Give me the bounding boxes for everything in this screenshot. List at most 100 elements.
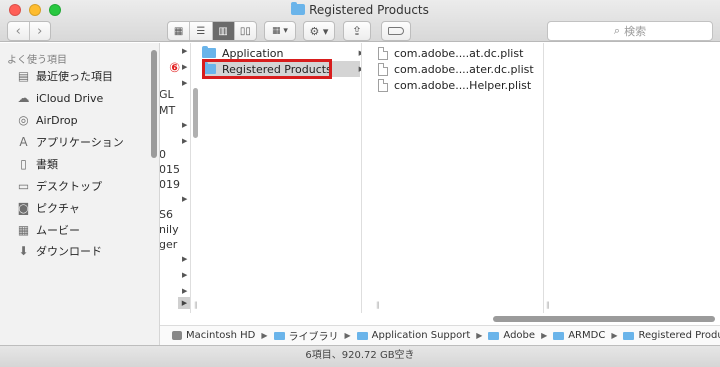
folder-icon: [488, 331, 500, 340]
chevron-right-icon: ▶: [182, 137, 188, 145]
sidebar-item-desktop[interactable]: ▭ デスクトップ: [16, 177, 102, 195]
sidebar-item-movies[interactable]: ▦ ムービー: [16, 221, 80, 239]
horizontal-scrollbar[interactable]: [493, 316, 715, 322]
chevron-right-icon: ›: [37, 23, 43, 39]
sidebar-item-label: ダウンロード: [36, 245, 102, 258]
column-resize-handle[interactable]: ||: [376, 301, 380, 309]
breadcrumb-label: Macintosh HD: [186, 330, 256, 341]
column-armdc: Application ▶ Registered Products ▶ ||: [192, 43, 362, 313]
column-resize-handle[interactable]: ||: [194, 301, 198, 309]
finder-window: Registered Products ‹ › ▦ ☰ ▥ ▯▯ ▦ ▾ ⚙ ▾…: [0, 0, 720, 367]
share-icon: ⇪: [351, 24, 363, 38]
column-registered-products: com.adobe....at.dc.plist com.adobe....at…: [374, 43, 544, 313]
sidebar-item-airdrop[interactable]: ◎ AirDrop: [16, 111, 77, 129]
chevron-right-icon: ▶: [541, 331, 548, 340]
folder-label: Registered Products: [222, 62, 332, 76]
icon-view-icon: ▦: [173, 25, 184, 37]
breadcrumb-armdc[interactable]: ARMDC: [553, 330, 605, 341]
folder-icon: [356, 331, 368, 340]
list-item[interactable]: nily: [160, 223, 179, 236]
chevron-right-icon: ▶: [182, 271, 188, 279]
folder-icon: [273, 331, 285, 340]
breadcrumb-library[interactable]: ライブラリ: [273, 328, 339, 343]
file-label: com.adobe....ater.dc.plist: [394, 62, 534, 76]
tag-button[interactable]: [381, 21, 411, 41]
file-label: com.adobe....at.dc.plist: [394, 46, 524, 60]
folder-label: Application: [222, 46, 284, 60]
document-icon: [378, 46, 388, 60]
breadcrumb-adobe[interactable]: Adobe: [488, 330, 535, 341]
breadcrumb-registered-products[interactable]: Registered Products: [623, 330, 720, 341]
window-title: Registered Products: [0, 2, 720, 18]
cover-flow-button[interactable]: ▯▯: [233, 22, 256, 40]
movies-icon: ▦: [17, 223, 30, 237]
chevron-right-icon: ▶: [359, 65, 361, 73]
list-view-button[interactable]: ☰: [189, 22, 211, 40]
breadcrumb-macintosh-hd[interactable]: Macintosh HD: [172, 330, 255, 341]
applications-icon: A: [19, 135, 28, 149]
column-resize-handle[interactable]: ||: [546, 301, 550, 309]
list-item[interactable]: ger: [160, 238, 177, 251]
breadcrumb-application-support[interactable]: Application Support: [356, 330, 471, 341]
sidebar-item-documents[interactable]: ▯ 書類: [16, 155, 58, 173]
search-field[interactable]: ⌕ 検索: [547, 21, 713, 41]
action-button[interactable]: ⚙ ▾: [303, 21, 335, 41]
list-item[interactable]: 015: [160, 163, 180, 176]
cover-flow-icon: ▯▯: [239, 25, 251, 37]
folder-icon: [202, 46, 216, 58]
documents-icon: ▯: [20, 157, 27, 171]
column-view-button[interactable]: ▥: [211, 22, 234, 40]
document-icon: [378, 78, 388, 92]
file-item[interactable]: com.adobe....Helper.plist: [378, 77, 531, 93]
sidebar-scrollbar[interactable]: [151, 50, 157, 158]
breadcrumb-label: Application Support: [371, 330, 471, 341]
sidebar-item-icloud-drive[interactable]: ☁ iCloud Drive: [16, 89, 104, 107]
sidebar-item-applications[interactable]: A アプリケーション: [16, 133, 124, 151]
search-placeholder: 検索: [624, 25, 647, 38]
back-button[interactable]: ‹: [8, 22, 29, 40]
folder-item-registered-products[interactable]: Registered Products ▶: [202, 61, 361, 77]
sidebar-item-downloads[interactable]: ⬇ ダウンロード: [16, 242, 102, 260]
list-item[interactable]: S6: [160, 208, 173, 221]
chevron-right-icon: ▶: [344, 331, 351, 340]
sidebar-item-label: ピクチャ: [36, 202, 80, 215]
breadcrumb-label: Adobe: [503, 330, 536, 341]
document-icon: [378, 62, 388, 76]
chevron-right-icon: ▶: [476, 331, 483, 340]
icon-view-button[interactable]: ▦: [168, 22, 189, 40]
share-button[interactable]: ⇪: [343, 21, 371, 41]
file-label: com.adobe....Helper.plist: [394, 78, 532, 92]
toolbar: Registered Products ‹ › ▦ ☰ ▥ ▯▯ ▦ ▾ ⚙ ▾…: [0, 0, 720, 42]
sidebar-item-label: iCloud Drive: [36, 91, 104, 105]
list-item[interactable]: GL: [160, 88, 174, 101]
selected-row-arrow[interactable]: ▶: [178, 297, 190, 309]
list-item[interactable]: MT: [160, 104, 175, 117]
folder-item-application[interactable]: Application ▶: [202, 45, 361, 61]
breadcrumb-label: ARMDC: [568, 330, 606, 341]
camera-icon: ◙: [17, 201, 30, 215]
status-bar: 6項目、920.72 GB空き: [0, 345, 720, 367]
chevron-right-icon: ▶: [182, 287, 188, 295]
arrange-button[interactable]: ▦ ▾: [264, 21, 296, 41]
sidebar-item-pictures[interactable]: ◙ ピクチャ: [16, 199, 80, 217]
file-item[interactable]: com.adobe....at.dc.plist: [378, 45, 523, 61]
forward-button[interactable]: ›: [28, 22, 51, 40]
sidebar-item-recents[interactable]: ▤ 最近使った項目: [16, 67, 113, 85]
chevron-right-icon: ▶: [261, 331, 268, 340]
column-browser: ▶ ▶ ▶ GL MT ▶ ▶ 0 015 019 ▶ S6 nily ger …: [160, 43, 720, 313]
chevron-right-icon: ▶: [182, 63, 188, 71]
folder-icon: [291, 2, 306, 15]
path-bar: Macintosh HD ▶ ライブラリ ▶ Application Suppo…: [160, 325, 720, 345]
desktop-icon: ▭: [17, 179, 30, 193]
chevron-right-icon: ▶: [611, 331, 618, 340]
file-item[interactable]: com.adobe....ater.dc.plist: [378, 61, 534, 77]
sidebar-item-label: アプリケーション: [36, 136, 124, 149]
sidebar-item-label: 書類: [36, 158, 58, 171]
sidebar-item-label: ムービー: [36, 224, 80, 237]
breadcrumb-label: ライブラリ: [288, 332, 339, 343]
navigation-buttons: ‹ ›: [7, 21, 51, 41]
list-item[interactable]: 0: [160, 148, 166, 161]
list-item[interactable]: 019: [160, 178, 180, 191]
column-empty: ||: [544, 43, 720, 313]
cloud-icon: ☁: [17, 91, 30, 105]
